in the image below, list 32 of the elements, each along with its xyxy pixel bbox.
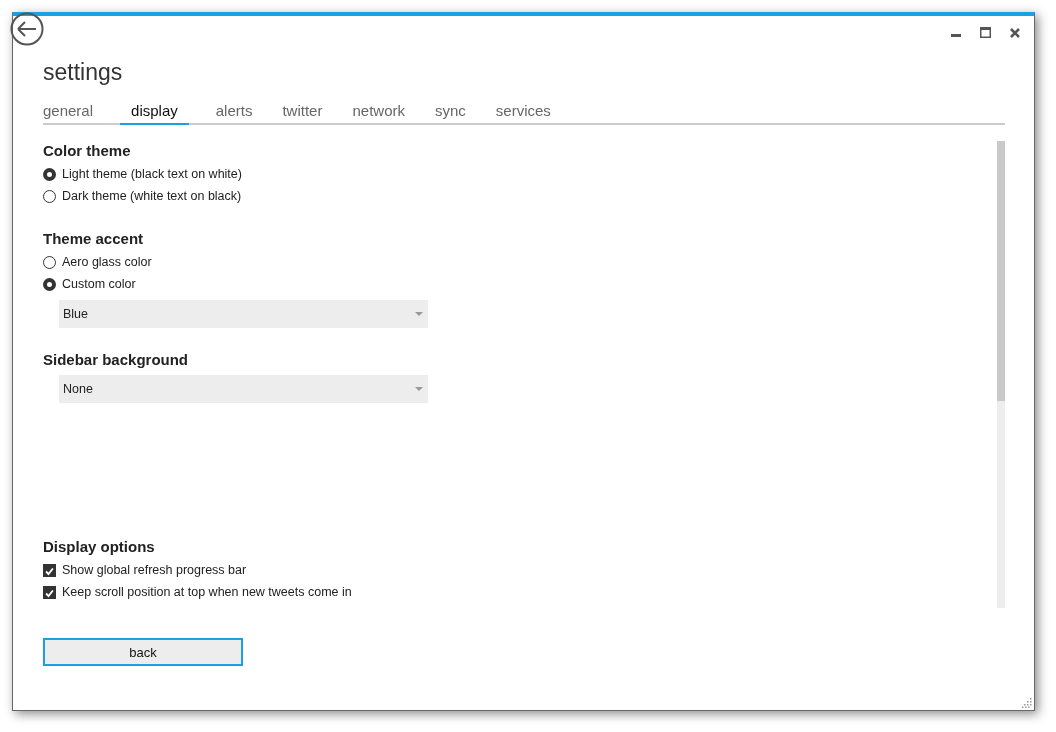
maximize-icon[interactable] [980,27,991,38]
radio-label: Custom color [62,277,136,291]
checkbox[interactable] [43,585,56,599]
section-heading: Color theme [43,141,132,161]
dropdown[interactable]: None [59,375,428,403]
dropdown-arrow-icon [415,312,423,316]
tab[interactable]: general [43,102,105,125]
section-heading: Display options [43,537,156,557]
checkbox-label: Keep scroll position at top when new tweets come in [62,585,352,599]
back-button[interactable]: back [43,638,243,666]
resize-grip-icon[interactable] [1022,698,1032,708]
close-icon[interactable] [1010,27,1020,38]
radio-label: Dark theme (white text on black) [62,189,242,203]
tab[interactable]: twitter [271,102,334,125]
tab[interactable]: network [341,102,416,125]
scrollbar-thumb[interactable] [997,141,1005,401]
radio-label: Aero glass color [62,255,152,269]
radio-button[interactable] [43,277,56,291]
dropdown-arrow-icon [415,387,423,391]
section-heading: Sidebar background [43,350,190,370]
tab[interactable]: alerts [204,102,264,125]
tab[interactable]: sync [424,102,477,125]
window-title: settings [43,58,124,86]
scrollbar[interactable] [997,141,1005,608]
tab[interactable]: services [484,102,562,125]
checkbox[interactable] [43,563,56,577]
radio-button[interactable] [43,167,56,181]
checkbox-label: Show global refresh progress bar [62,563,247,577]
radio-label: Light theme (black text on white) [62,167,242,181]
section-heading: Theme accent [43,229,145,249]
tab[interactable]: display [120,102,189,125]
dropdown[interactable]: Blue [59,300,428,328]
